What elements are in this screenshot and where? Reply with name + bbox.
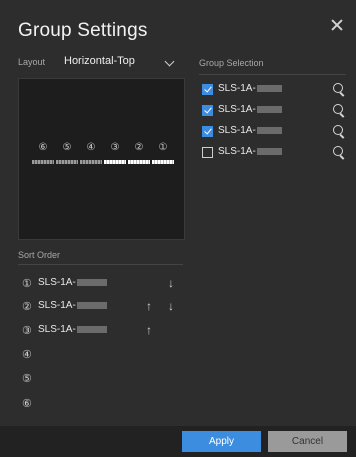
sort-order-label: Sort Order <box>18 250 61 260</box>
row-label: SLS-1A- <box>38 277 76 288</box>
search-icon[interactable] <box>333 83 343 93</box>
preview-slot: ⑤ <box>55 142 79 166</box>
divider <box>199 74 346 75</box>
group-selection-item[interactable]: SLS-1A- <box>201 125 349 141</box>
item-label: SLS-1A- <box>218 125 256 136</box>
row-label: SLS-1A- <box>38 300 76 311</box>
group-selection-item[interactable]: SLS-1A- <box>201 146 349 162</box>
layout-selector[interactable]: Layout Horizontal-Top <box>18 55 186 70</box>
checkbox[interactable] <box>202 105 213 116</box>
slot-bar <box>32 160 54 164</box>
slot-bar <box>104 160 126 164</box>
sort-order-row: ④ <box>22 348 182 364</box>
order-number: ③ <box>22 325 32 337</box>
redacted-text <box>256 84 282 92</box>
slot-number: ② <box>134 142 144 153</box>
apply-button[interactable]: Apply <box>182 431 261 452</box>
sort-order-row: ⑤ <box>22 372 182 388</box>
item-label: SLS-1A- <box>218 146 256 157</box>
redacted-text <box>76 325 107 333</box>
cancel-button[interactable]: Cancel <box>268 431 347 452</box>
row-label: SLS-1A- <box>38 324 76 335</box>
order-number: ① <box>22 278 32 290</box>
checkbox[interactable] <box>202 84 213 95</box>
slot-bar <box>56 160 78 164</box>
slot-number: ④ <box>86 142 96 153</box>
item-label: SLS-1A- <box>218 104 256 115</box>
preview-slot: ⑥ <box>31 142 55 166</box>
order-number: ⑥ <box>22 398 32 410</box>
divider <box>18 264 183 265</box>
redacted-text <box>256 105 282 113</box>
search-icon[interactable] <box>333 146 343 156</box>
preview-slot: ① <box>151 142 175 166</box>
checkbox[interactable] <box>202 126 213 137</box>
sort-order-row: ⑥ <box>22 397 182 413</box>
preview-slot: ② <box>127 142 151 166</box>
preview-slots: ⑥ ⑤ ④ ③ ② ① <box>31 142 174 166</box>
move-up-icon[interactable]: ↑ <box>146 324 152 336</box>
move-down-icon[interactable]: ↓ <box>168 300 174 312</box>
slot-bar <box>128 160 150 164</box>
order-number: ② <box>22 301 32 313</box>
redacted-text <box>76 278 107 286</box>
slot-number: ③ <box>110 142 120 153</box>
group-selection-item[interactable]: SLS-1A- <box>201 104 349 120</box>
checkbox[interactable] <box>202 147 213 158</box>
redacted-text <box>76 301 107 309</box>
order-number: ④ <box>22 349 32 361</box>
search-icon[interactable] <box>333 104 343 114</box>
group-selection-item[interactable]: SLS-1A- <box>201 83 349 99</box>
group-settings-dialog: Group Settings Layout Horizontal-Top ⑥ ⑤… <box>0 0 356 457</box>
dialog-title: Group Settings <box>18 20 148 41</box>
search-icon[interactable] <box>333 125 343 135</box>
group-selection-label: Group Selection <box>199 58 264 68</box>
layout-label: Layout <box>18 57 46 67</box>
preview-slot: ④ <box>79 142 103 166</box>
sort-order-row: ③ SLS-1A- ↑ <box>22 324 182 340</box>
redacted-text <box>256 126 282 134</box>
order-number: ⑤ <box>22 373 32 385</box>
slot-number: ① <box>158 142 168 153</box>
layout-value[interactable]: Horizontal-Top <box>64 55 135 67</box>
move-down-icon[interactable]: ↓ <box>168 277 174 289</box>
slot-number: ⑥ <box>38 142 48 153</box>
chevron-down-icon[interactable] <box>164 56 175 67</box>
close-icon[interactable] <box>330 18 344 32</box>
preview-slot: ③ <box>103 142 127 166</box>
redacted-text <box>256 147 282 155</box>
sort-order-row: ① SLS-1A- ↓ <box>22 277 182 293</box>
slot-bar <box>80 160 102 164</box>
slot-number: ⑤ <box>62 142 72 153</box>
sort-order-row: ② SLS-1A- ↑ ↓ <box>22 300 182 316</box>
layout-preview: ⑥ ⑤ ④ ③ ② ① <box>18 78 185 240</box>
move-up-icon[interactable]: ↑ <box>146 300 152 312</box>
slot-bar <box>152 160 174 164</box>
item-label: SLS-1A- <box>218 83 256 94</box>
